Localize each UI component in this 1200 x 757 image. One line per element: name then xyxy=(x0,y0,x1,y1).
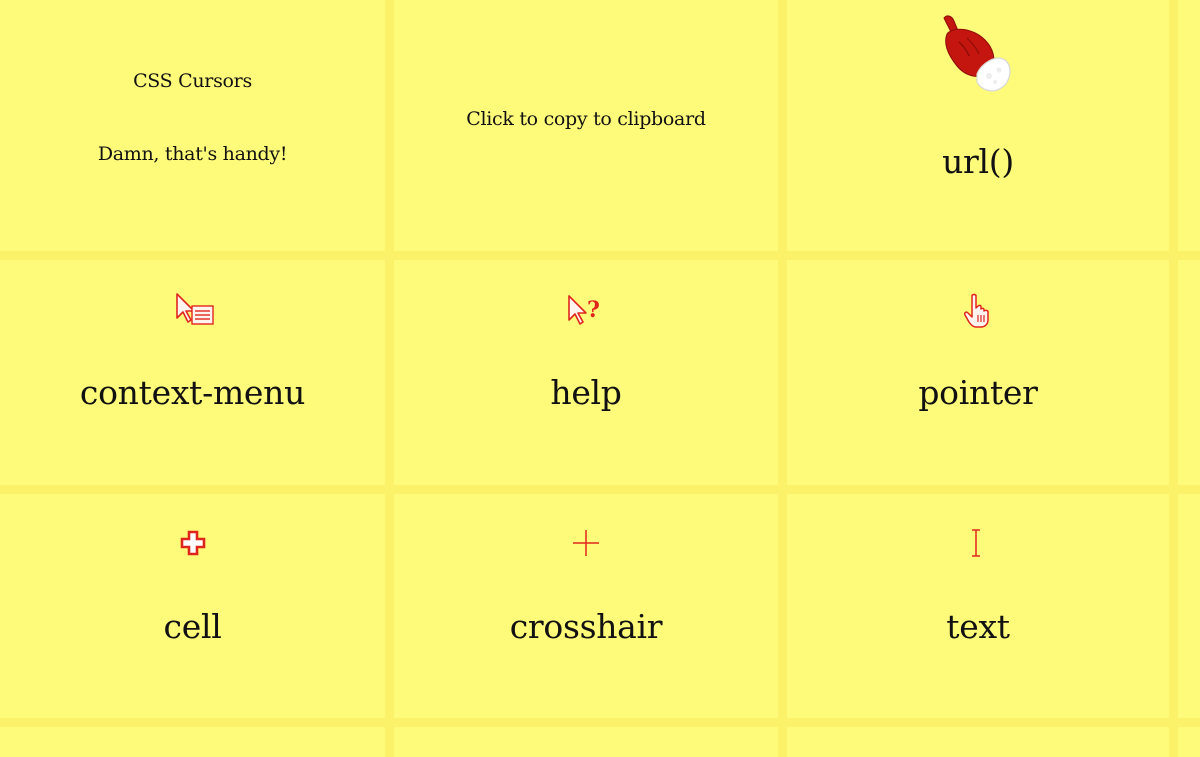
pointer-hand-cursor-icon xyxy=(964,293,989,328)
page-subtitle: Damn, that's handy! xyxy=(97,143,288,165)
page-title: CSS Cursors xyxy=(133,70,252,92)
cursor-label: pointer xyxy=(918,373,1038,412)
cursor-tile-text[interactable]: text xyxy=(787,494,1169,718)
copy-hint-tile: Click to copy to clipboard xyxy=(394,0,778,251)
cursor-tile-cell[interactable]: cell xyxy=(0,494,385,718)
cursor-tile-partial[interactable] xyxy=(1178,494,1200,718)
svg-text:?: ? xyxy=(587,297,600,323)
cursor-tile-partial[interactable] xyxy=(1178,727,1200,757)
cursor-label: crosshair xyxy=(509,607,663,646)
cursor-label: url() xyxy=(942,142,1014,181)
text-ibeam-cursor-icon xyxy=(972,529,980,557)
cursor-tile-url[interactable]: url() xyxy=(787,0,1169,251)
cursor-tile-partial[interactable] xyxy=(0,727,385,757)
crosshair-cursor-icon xyxy=(573,530,599,556)
intro-tile: CSS Cursors Damn, that's handy! xyxy=(0,0,385,251)
cursor-tile-partial[interactable] xyxy=(787,727,1169,757)
cursor-tile-partial[interactable] xyxy=(1178,260,1200,485)
cursor-label: help xyxy=(550,373,622,412)
cursor-grid: CSS Cursors Damn, that's handy! Click to… xyxy=(0,0,1200,757)
cell-cursor-icon xyxy=(180,530,206,556)
cursor-tile-help[interactable]: ? help xyxy=(394,260,778,485)
help-cursor-icon: ? xyxy=(568,295,600,325)
cursor-tile-crosshair[interactable]: crosshair xyxy=(394,494,778,718)
cursor-tile-partial[interactable] xyxy=(1178,0,1200,251)
cursor-tile-partial[interactable] xyxy=(394,727,778,757)
context-menu-cursor-icon xyxy=(176,293,214,325)
cursor-label: context-menu xyxy=(79,373,306,412)
cursor-tile-pointer[interactable]: pointer xyxy=(787,260,1169,485)
cursor-label: cell xyxy=(163,607,222,646)
cursor-tile-context-menu[interactable]: context-menu xyxy=(0,260,385,485)
copy-hint-text: Click to copy to clipboard xyxy=(466,108,706,130)
cursor-label: text xyxy=(946,607,1010,646)
santa-hand-pointer-icon xyxy=(943,15,1011,92)
